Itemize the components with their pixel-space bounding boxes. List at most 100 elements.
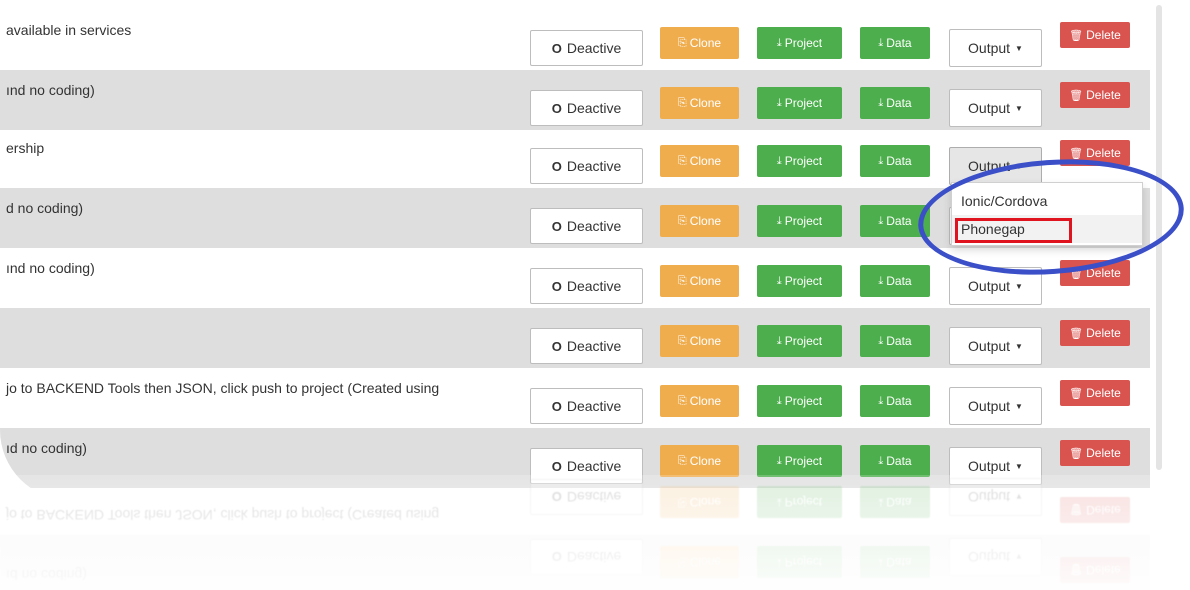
deactive-button-label: Deactive	[566, 338, 622, 354]
download-icon: ⤓	[878, 96, 884, 109]
delete-button[interactable]: 🗑Delete	[1060, 320, 1130, 346]
row-description: ınd no coding)	[6, 260, 95, 276]
project-download-button[interactable]: ⤓Project	[757, 145, 842, 177]
caret-down-icon: ▼	[1015, 43, 1023, 53]
data-download-button-label: Data	[886, 454, 912, 468]
download-icon: ⤓	[878, 214, 884, 227]
project-download-button[interactable]: ⤓Project	[757, 445, 842, 477]
deactive-button[interactable]: ODeactive	[530, 30, 643, 66]
project-download-button-label: Project	[784, 36, 823, 50]
trash-icon: 🗑	[1069, 327, 1084, 340]
output-dropdown-button[interactable]: Output ▼	[949, 89, 1042, 127]
delete-button-label: Delete	[1086, 386, 1121, 400]
clone-button-label: Clone	[689, 394, 722, 408]
project-download-button-label: Project	[784, 214, 823, 228]
clone-button[interactable]: ⎘Clone	[660, 205, 739, 237]
download-icon: ⤓	[878, 334, 884, 347]
download-icon: ⤓	[776, 36, 782, 49]
project-download-button[interactable]: ⤓Project	[757, 385, 842, 417]
row-description: ership	[6, 140, 45, 156]
deactive-button-label: Deactive	[566, 100, 622, 116]
clone-button-label: Clone	[689, 154, 722, 168]
download-icon: ⤓	[878, 454, 884, 467]
data-download-button[interactable]: ⤓Data	[860, 87, 930, 119]
deactive-button[interactable]: ODeactive	[530, 208, 643, 244]
trash-icon: 🗑	[1069, 447, 1084, 460]
clone-button-label: Clone	[689, 274, 722, 288]
row-description: available in services	[6, 22, 132, 38]
trash-icon: 🗑	[1069, 29, 1084, 42]
copy-icon: ⎘	[677, 454, 687, 467]
project-download-button-label: Project	[784, 334, 823, 348]
deactive-button-label: Deactive	[566, 158, 622, 174]
deactive-button-label: Deactive	[566, 40, 622, 56]
clone-button[interactable]: ⎘Clone	[660, 445, 739, 477]
deactive-button-label: Deactive	[566, 218, 622, 234]
output-dropdown-button[interactable]: Output ▼	[949, 387, 1042, 425]
clone-button[interactable]: ⎘Clone	[660, 87, 739, 119]
delete-button-label: Delete	[1086, 446, 1121, 460]
delete-button-label: Delete	[1086, 88, 1121, 102]
row-description: d no coding)	[6, 200, 84, 216]
deactive-button[interactable]: ODeactive	[530, 90, 643, 126]
delete-button[interactable]: 🗑Delete	[1060, 82, 1130, 108]
table-row: jo to BACKEND Tools then JSON, click pus…	[0, 368, 1150, 428]
data-download-button[interactable]: ⤓Data	[860, 265, 930, 297]
deactive-button[interactable]: ODeactive	[530, 148, 643, 184]
project-download-button-label: Project	[784, 454, 823, 468]
output-dropdown-button[interactable]: Output ▼	[949, 29, 1042, 67]
trash-icon: 🗑	[1069, 147, 1084, 160]
download-icon: ⤓	[776, 214, 782, 227]
copy-icon: ⎘	[677, 154, 687, 167]
data-download-button[interactable]: ⤓Data	[860, 445, 930, 477]
data-download-button-label: Data	[886, 36, 912, 50]
output-dropdown-button[interactable]: Output ▼	[949, 327, 1042, 365]
table-row: ınd no coding) O Deactive ⎘ Clone ⤓ Project ⤓ Da…	[0, 70, 1150, 130]
circle-icon: O	[551, 278, 562, 294]
caret-down-icon: ▼	[1015, 401, 1023, 411]
output-dropdown-button-label: Output	[968, 398, 1011, 414]
data-download-button[interactable]: ⤓Data	[860, 385, 930, 417]
delete-button-label: Delete	[1086, 28, 1121, 42]
row-description: jo to BACKEND Tools then JSON, click pus…	[6, 380, 440, 396]
caret-down-icon: ▼	[1015, 341, 1023, 351]
output-dropdown-button-label: Output	[968, 278, 1011, 294]
copy-icon: ⎘	[677, 96, 687, 109]
project-download-button[interactable]: ⤓Project	[757, 265, 842, 297]
data-download-button[interactable]: ⤓Data	[860, 325, 930, 357]
download-icon: ⤓	[776, 274, 782, 287]
project-download-button[interactable]: ⤓Project	[757, 27, 842, 59]
deactive-button[interactable]: ODeactive	[530, 268, 643, 304]
download-icon: ⤓	[878, 274, 884, 287]
data-download-button-label: Data	[886, 394, 912, 408]
delete-button[interactable]: 🗑Delete	[1060, 22, 1130, 48]
data-download-button-label: Data	[886, 334, 912, 348]
caret-down-icon: ▼	[1015, 461, 1023, 471]
download-icon: ⤓	[878, 394, 884, 407]
project-download-button[interactable]: ⤓Project	[757, 325, 842, 357]
clone-button[interactable]: ⎘Clone	[660, 265, 739, 297]
data-download-button[interactable]: ⤓Data	[860, 145, 930, 177]
clone-button-label: Clone	[689, 334, 722, 348]
clone-button[interactable]: ⎘Clone	[660, 385, 739, 417]
delete-button[interactable]: 🗑Delete	[1060, 380, 1130, 406]
download-icon: ⤓	[776, 394, 782, 407]
project-download-button[interactable]: ⤓Project	[757, 87, 842, 119]
delete-button-label: Delete	[1086, 326, 1121, 340]
data-download-button-label: Data	[886, 214, 912, 228]
delete-button[interactable]: 🗑Delete	[1060, 440, 1130, 466]
data-download-button[interactable]: ⤓Data	[860, 27, 930, 59]
circle-icon: O	[551, 218, 562, 234]
clone-button[interactable]: ⎘Clone	[660, 145, 739, 177]
deactive-button[interactable]: ODeactive	[530, 388, 643, 424]
circle-icon: O	[551, 398, 562, 414]
project-download-button-label: Project	[784, 274, 823, 288]
circle-icon: O	[551, 458, 562, 474]
output-dropdown-button-label: Output	[968, 458, 1011, 474]
caret-down-icon: ▼	[1015, 103, 1023, 113]
copy-icon: ⎘	[677, 274, 687, 287]
clone-button[interactable]: ⎘Clone	[660, 27, 739, 59]
project-download-button[interactable]: ⤓Project	[757, 205, 842, 237]
deactive-button[interactable]: ODeactive	[530, 328, 643, 364]
clone-button[interactable]: ⎘Clone	[660, 325, 739, 357]
